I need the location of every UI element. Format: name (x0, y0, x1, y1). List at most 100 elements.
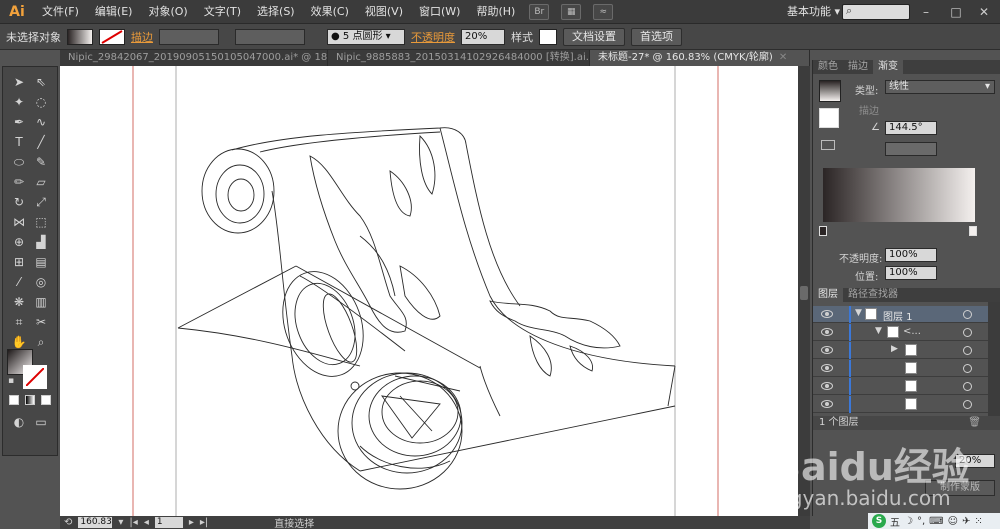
layer-target-icon[interactable] (963, 400, 972, 409)
tab-document-3[interactable]: 未标题-27* @ 160.83% (CMYK/轮廓) ✕ (590, 50, 810, 66)
color-mode-button[interactable] (9, 395, 19, 405)
pencil-tool-icon[interactable]: ✏ (9, 173, 29, 191)
layer-target-icon[interactable] (963, 328, 972, 337)
stop-opacity-field[interactable]: 100% (885, 248, 937, 262)
maximize-button[interactable]: □ (942, 0, 970, 24)
screen-mode-icon[interactable]: ▭ (31, 413, 51, 431)
tab-layers[interactable]: 图层 (813, 288, 843, 302)
visibility-eye-icon[interactable] (821, 364, 833, 372)
zoom-field[interactable]: 160.83 (78, 517, 113, 528)
artboard-tool-icon[interactable]: ⌗ (9, 313, 29, 331)
expand-arrow-icon[interactable]: ▼ (875, 326, 882, 336)
layers-scrollbar[interactable] (988, 302, 1000, 416)
fill-stroke-swap-icon[interactable] (819, 108, 839, 128)
fill-swatch[interactable] (67, 28, 93, 45)
none-mode-button[interactable] (41, 395, 51, 405)
aspect-ratio-field[interactable] (885, 142, 937, 156)
visibility-eye-icon[interactable] (821, 400, 833, 408)
opacity-label[interactable]: 不透明度 (411, 29, 455, 45)
lasso-tool-icon[interactable]: ◌ (31, 93, 51, 111)
brush-definition-select[interactable]: ● 5 点圆形 ▾ (327, 28, 405, 45)
transparency-opacity-field[interactable]: 20% (955, 454, 995, 468)
menu-help[interactable]: 帮助(H) (468, 0, 523, 24)
layer-row-item[interactable]: ▶ (813, 342, 989, 359)
minimize-button[interactable]: – (912, 0, 940, 24)
magic-wand-tool-icon[interactable]: ✦ (9, 93, 29, 111)
visibility-eye-icon[interactable] (821, 328, 833, 336)
document-setup-button[interactable]: 文档设置 (563, 27, 625, 46)
moon-icon[interactable]: ☽ (904, 516, 913, 527)
variable-width-field[interactable] (235, 28, 305, 45)
layer-target-icon[interactable] (963, 310, 972, 319)
drawing-mode-icon[interactable]: ◐ (9, 413, 29, 431)
last-artboard-icon[interactable]: ▸| (200, 517, 208, 528)
tab-stroke[interactable]: 描边 (843, 60, 873, 74)
menu-view[interactable]: 视图(V) (357, 0, 411, 24)
input-method-logo-icon[interactable]: S (872, 514, 886, 528)
visibility-eye-icon[interactable] (821, 382, 833, 390)
first-artboard-icon[interactable]: |◂ (129, 517, 137, 528)
eraser-tool-icon[interactable]: ▱ (31, 173, 51, 191)
layer-row-item[interactable] (813, 396, 989, 413)
shirt-icon[interactable]: ✈ (962, 516, 970, 527)
artboard-number-field[interactable]: 1 (154, 517, 183, 528)
symbol-sprayer-tool-icon[interactable]: ❋ (9, 293, 29, 311)
artboard-canvas[interactable] (60, 66, 798, 516)
grid-icon[interactable]: ⁙ (974, 516, 982, 527)
ime-mode[interactable]: 五 (890, 514, 900, 529)
stroke-weight-field[interactable] (159, 28, 219, 45)
graphic-style-swatch[interactable] (539, 28, 557, 45)
blend-tool-icon[interactable]: ◎ (31, 273, 51, 291)
close-tab-icon[interactable]: ✕ (779, 52, 787, 63)
scale-tool-icon[interactable]: ⤢ (31, 193, 51, 211)
layer-row-group[interactable]: ▼ <... (813, 324, 989, 341)
close-button[interactable]: ✕ (970, 0, 998, 24)
pen-tool-icon[interactable]: ✒ (9, 113, 29, 131)
rotate-view-icon[interactable]: ⟲ (64, 517, 72, 528)
layer-target-icon[interactable] (963, 346, 972, 355)
angle-field[interactable]: 144.5° (885, 121, 937, 135)
visibility-eye-icon[interactable] (821, 310, 833, 318)
stroke-swatch[interactable] (99, 28, 125, 45)
free-transform-tool-icon[interactable]: ⬚ (31, 213, 51, 231)
arrange-documents-icon[interactable]: ▦ (561, 3, 582, 20)
stop-position-field[interactable]: 100% (885, 266, 937, 280)
zoom-dropdown-icon[interactable]: ▾ (118, 517, 123, 528)
search-input[interactable]: ⌕ (842, 4, 910, 20)
gpu-performance-icon[interactable]: ≈ (593, 3, 614, 20)
eyedropper-tool-icon[interactable]: ⁄ (9, 273, 29, 291)
tab-pathfinder[interactable]: 路径查找器 (843, 288, 903, 302)
ellipse-tool-icon[interactable]: ⬭ (9, 153, 29, 171)
expand-arrow-icon[interactable]: ▼ (855, 308, 862, 318)
menu-edit[interactable]: 编辑(E) (87, 0, 141, 24)
tab-color[interactable]: 颜色 (813, 60, 843, 74)
user-icon[interactable]: ☺ (948, 516, 958, 527)
default-colors-icon[interactable]: ▪ (5, 375, 17, 387)
scrollbar-thumb[interactable] (800, 286, 808, 300)
gradient-thumbnail[interactable] (819, 80, 841, 102)
bridge-button[interactable]: Br (529, 3, 550, 20)
next-artboard-icon[interactable]: ▸ (189, 517, 194, 528)
layer-target-icon[interactable] (963, 364, 972, 373)
tab-document-1[interactable]: Nipic_29842067_20190905150105047000.ai* … (60, 50, 328, 66)
opacity-field[interactable]: 20% (461, 28, 505, 45)
layer-row-1[interactable]: ▼ 图层 1 (813, 306, 989, 323)
punctuation-icon[interactable]: °, (917, 516, 925, 527)
menu-file[interactable]: 文件(F) (34, 0, 87, 24)
slice-tool-icon[interactable]: ✂ (31, 313, 51, 331)
workspace-switcher[interactable]: 基本功能 ▾ (787, 0, 840, 24)
menu-object[interactable]: 对象(O) (140, 0, 195, 24)
zoom-tool-icon[interactable]: ⌕ (31, 333, 51, 351)
delete-layer-icon[interactable]: 🗑 (968, 416, 981, 430)
gradient-stop-left[interactable] (819, 226, 827, 236)
vertical-scrollbar[interactable] (798, 66, 810, 516)
graph-tool-icon[interactable]: ▥ (31, 293, 51, 311)
rotate-tool-icon[interactable]: ↻ (9, 193, 29, 211)
width-tool-icon[interactable]: ⋈ (9, 213, 29, 231)
prev-artboard-icon[interactable]: ◂ (144, 517, 149, 528)
layer-target-icon[interactable] (963, 382, 972, 391)
shape-builder-tool-icon[interactable]: ⊕ (9, 233, 29, 251)
visibility-eye-icon[interactable] (821, 346, 833, 354)
tab-gradient[interactable]: 渐变 (873, 60, 903, 74)
make-mask-button[interactable]: 制作蒙版 (925, 480, 995, 496)
